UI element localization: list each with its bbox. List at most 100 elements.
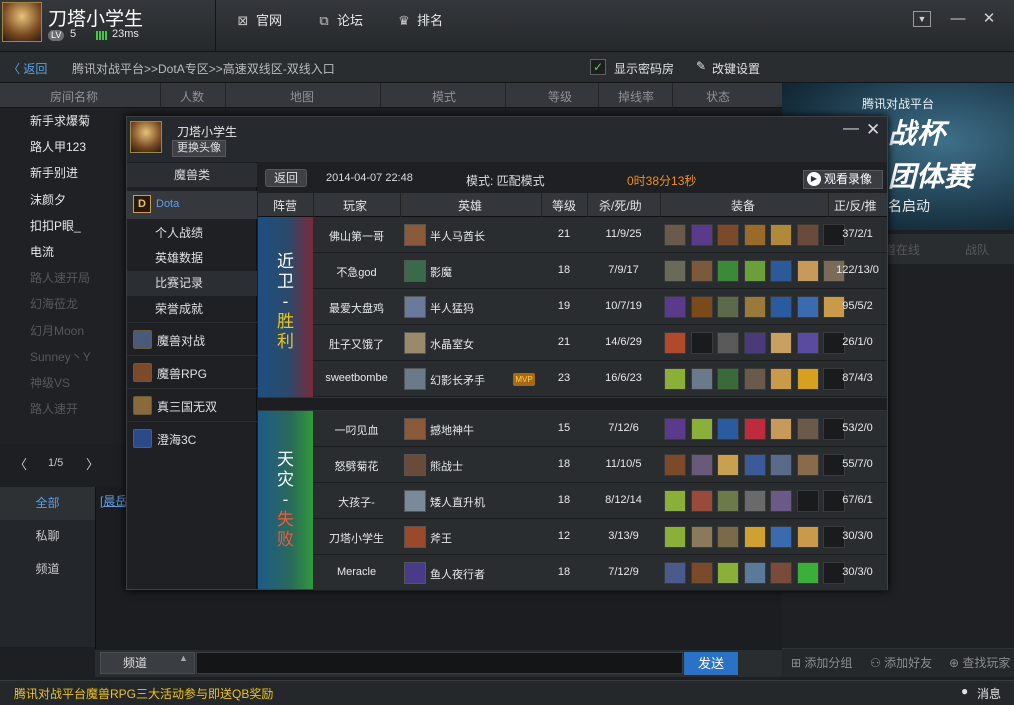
item-slot[interactable] [717,562,739,584]
col-mode[interactable]: 模式 [432,88,456,105]
room-row[interactable]: 神级VS [0,370,127,396]
sidebar-item-achievements[interactable]: 荣誉成就 [127,297,257,322]
room-row[interactable]: 路人速开局 [0,265,127,291]
user-avatar[interactable] [2,2,42,42]
chat-input[interactable] [196,652,683,674]
room-row[interactable]: 电流 [0,239,127,265]
player-name[interactable]: 怒劈菊花 [313,458,400,474]
item-slot[interactable] [796,454,819,476]
item-slot[interactable] [743,418,766,440]
item-slot[interactable] [717,332,739,354]
room-row[interactable]: 扣扣P眼_ [0,213,127,239]
item-slot[interactable] [664,418,686,440]
item-slot[interactable] [796,526,819,548]
item-slot[interactable] [796,368,819,390]
tab-all[interactable]: 全部 [0,487,95,520]
item-slot[interactable] [717,260,739,282]
sidebar-item-three-kingdoms[interactable]: 真三国无双 [127,388,257,421]
room-row[interactable]: 路人甲123 [0,134,127,160]
room-row[interactable]: 幻月Moon [0,318,127,344]
item-slot[interactable] [717,368,739,390]
item-slot[interactable] [770,332,792,354]
item-slot[interactable] [770,418,792,440]
col-room-name[interactable]: 房间名称 [50,88,98,105]
player-name[interactable]: Meracle [313,566,400,578]
tab-private[interactable]: 私聊 [0,520,95,553]
find-player-button[interactable]: ⊕ 查找玩家 [949,654,1010,671]
sidebar-item-warcraft-rpg[interactable]: 魔兽RPG [127,355,257,388]
add-group-button[interactable]: ⊞ 添加分组 [791,654,852,671]
item-slot[interactable] [770,562,792,584]
player-name[interactable]: 不急god [313,264,400,280]
item-slot[interactable] [717,418,739,440]
item-slot[interactable] [770,490,792,512]
item-slot[interactable] [743,562,766,584]
tab-team[interactable]: 战队 [965,241,989,258]
play-icon[interactable]: ▶ [807,172,821,186]
item-slot[interactable] [743,224,766,246]
item-slot[interactable] [743,526,766,548]
prev-page-button[interactable]: 〈 [14,454,27,473]
room-row[interactable]: 幻海莅龙 [0,291,127,317]
dialog-minimize-icon[interactable]: — [843,120,859,138]
back-link[interactable]: 〈 返回 [8,60,47,77]
item-slot[interactable] [717,526,739,548]
room-row[interactable]: 路人速开 [0,396,127,422]
item-slot[interactable] [664,526,686,548]
item-slot[interactable] [770,224,792,246]
dropdown-menu-icon[interactable]: ▼ [913,11,931,27]
item-slot[interactable] [743,260,766,282]
item-slot[interactable] [796,418,819,440]
item-slot[interactable] [743,332,766,354]
key-settings-button[interactable]: 改键设置 [712,60,760,77]
col-status[interactable]: 状态 [706,88,730,105]
room-row[interactable]: 新手别进 [0,160,127,186]
room-row[interactable]: Sunney丶Y [0,344,127,370]
item-slot[interactable] [664,224,686,246]
item-slot[interactable] [664,260,686,282]
item-slot[interactable] [796,260,819,282]
item-slot[interactable] [690,418,713,440]
item-slot[interactable] [717,454,739,476]
sidebar-item-match-records[interactable]: 比赛记录 [127,271,257,296]
item-slot[interactable] [690,490,713,512]
promo-link[interactable]: 腾讯对战平台魔兽RPG三大活动参与即送QB奖励 [14,685,273,702]
col-players[interactable]: 人数 [180,88,204,105]
player-name[interactable]: 佛山第一哥 [313,228,400,244]
next-page-button[interactable]: 〉 [86,454,99,473]
player-name[interactable]: sweetbombe [313,372,400,384]
room-row[interactable]: 沫颜夕 [0,187,127,213]
col-map[interactable]: 地图 [290,88,314,105]
sidebar-item-chenghai-3c[interactable]: 澄海3C [127,421,257,454]
tab-channel[interactable]: 频道 [0,553,95,586]
nav-ranking[interactable]: ♛ 排名 [397,12,443,30]
item-slot[interactable] [664,454,686,476]
player-name[interactable]: 肚子又饿了 [313,336,400,352]
item-slot[interactable] [717,296,739,318]
chat-message-link[interactable]: [晨岳 [100,492,127,509]
dialog-close-icon[interactable]: ✕ [866,120,880,140]
item-slot[interactable] [743,368,766,390]
item-slot[interactable] [743,490,766,512]
room-row[interactable]: 新手求爆菊 [0,108,127,134]
item-slot[interactable] [690,562,713,584]
item-slot[interactable] [796,562,819,584]
change-avatar-button[interactable]: 更换头像 [172,140,226,157]
item-slot[interactable] [770,454,792,476]
send-button[interactable]: 发送 [684,652,738,675]
show-password-rooms-checkbox[interactable]: ✓ [590,59,606,75]
item-slot[interactable] [743,296,766,318]
item-slot[interactable] [770,368,792,390]
item-slot[interactable] [796,224,819,246]
player-name[interactable]: 一叼见血 [313,422,400,438]
item-slot[interactable] [796,332,819,354]
nav-official-site[interactable]: ⊠ 官网 [236,12,282,30]
show-password-rooms-label[interactable]: 显示密码房 [614,60,674,77]
item-slot[interactable] [664,332,686,354]
item-slot[interactable] [717,490,739,512]
player-name[interactable]: 大孩子- [313,494,400,510]
chevron-up-icon[interactable]: ▲ [179,653,188,663]
minimize-icon[interactable]: — [947,8,969,30]
col-drop-rate[interactable]: 掉线率 [618,88,654,105]
item-slot[interactable] [690,296,713,318]
